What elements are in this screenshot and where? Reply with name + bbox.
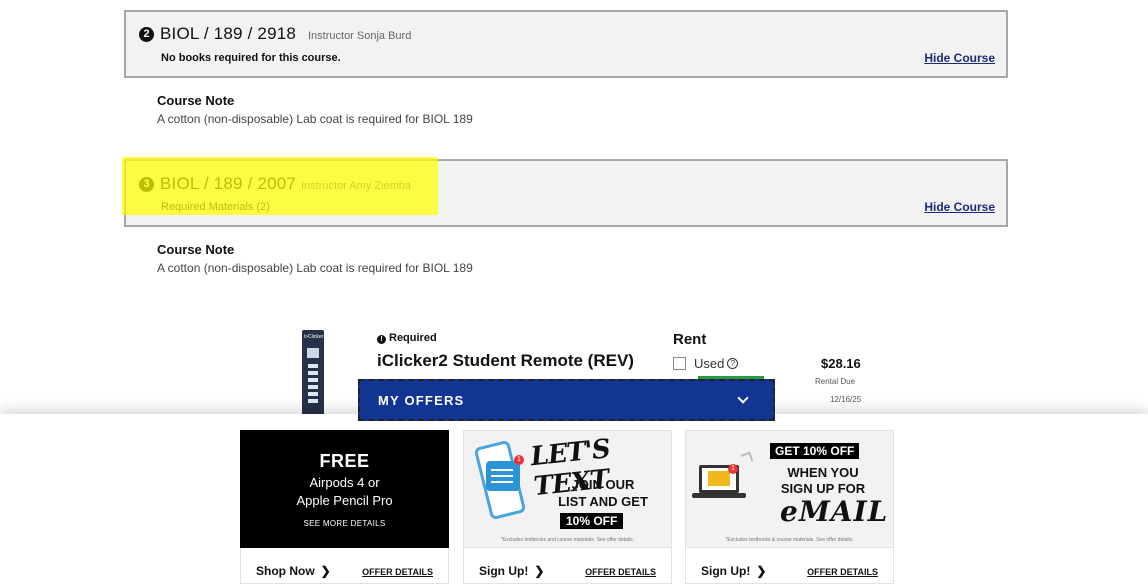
rental-due-date: 12/16/25 <box>830 395 862 404</box>
help-icon[interactable]: ? <box>727 358 739 369</box>
offer-free-heading: FREE <box>319 451 370 471</box>
offer-line: JOIN OUR <box>571 477 635 492</box>
required-label: ! Required <box>377 332 437 344</box>
rent-label: Rent <box>673 331 707 348</box>
chat-bubble-line <box>491 469 513 471</box>
offer-details-link[interactable]: OFFER DETAILS <box>807 567 878 577</box>
my-offers-toggle[interactable]: MY OFFERS <box>358 379 775 421</box>
chevron-right-icon: ❯ <box>756 564 767 578</box>
course-subtext: No books required for this course. <box>161 52 341 64</box>
course-number-badge: 3 <box>139 177 154 192</box>
product-image-brand: i>Clicker <box>304 334 324 340</box>
offer-line: SIGN UP FOR <box>780 481 866 496</box>
product-name[interactable]: iClicker2 Student Remote (REV) <box>377 351 634 371</box>
laptop-base <box>692 493 746 498</box>
info-icon: ! <box>377 335 386 344</box>
course-instructor: Instructor Sonja Burd <box>308 30 412 42</box>
discount-badge: GET 10% OFF <box>770 443 860 459</box>
shop-now-label: Shop Now <box>256 564 315 578</box>
offer-footer: Sign Up! ❯ OFFER DETAILS <box>685 548 894 584</box>
offer-footer: Shop Now ❯ OFFER DETAILS <box>240 548 449 584</box>
see-more-details-link[interactable]: SEE MORE DETAILS <box>240 519 449 528</box>
chevron-right-icon: ❯ <box>320 564 331 578</box>
course-note: Course Note A cotton (non-disposable) La… <box>157 93 473 126</box>
offer-fine-print: *Excludes textbooks & course materials. … <box>725 537 854 543</box>
email-heading: eMAIL <box>780 495 889 528</box>
offers-panel: FREE Airpods 4 or Apple Pencil Pro SEE M… <box>0 414 1148 584</box>
course-card: 3 BIOL / 189 / 2007 Instructor Amy Ziemb… <box>124 159 1008 227</box>
sign-up-button[interactable]: Sign Up! ❯ <box>479 564 544 578</box>
offer-banner[interactable]: 1 GET 10% OFF WHEN YOU SIGN UP FOR eMAIL… <box>685 430 894 548</box>
offer-line: Airpods 4 or <box>309 475 380 490</box>
required-materials-label[interactable]: Required Materials (2) <box>161 201 270 213</box>
sign-up-label: Sign Up! <box>701 564 751 578</box>
course-code: BIOL / 189 / 2918 <box>160 24 297 43</box>
hide-course-link[interactable]: Hide Course <box>924 51 995 65</box>
course-instructor: Instructor Amy Ziemba <box>301 180 412 192</box>
used-label: Used <box>694 356 725 371</box>
notification-badge: 1 <box>728 464 738 474</box>
remote-keypad <box>308 364 318 404</box>
course-note-text: A cotton (non-disposable) Lab coat is re… <box>157 112 473 126</box>
course-note-title: Course Note <box>157 242 235 257</box>
envelope-icon <box>708 471 730 486</box>
discount-badge: 10% OFF <box>560 513 624 529</box>
offer-card-text-signup[interactable]: 1 LET'S TEXT JOIN OUR LIST AND GET 10% O… <box>463 430 672 584</box>
hide-course-link[interactable]: Hide Course <box>924 200 995 214</box>
offer-details-link[interactable]: OFFER DETAILS <box>362 567 433 577</box>
course-note-text: A cotton (non-disposable) Lab coat is re… <box>157 261 473 275</box>
offer-footer: Sign Up! ❯ OFFER DETAILS <box>463 548 672 584</box>
chevron-right-icon: ❯ <box>534 564 545 578</box>
offer-details-link[interactable]: OFFER DETAILS <box>585 567 656 577</box>
my-offers-label: MY OFFERS <box>378 392 465 408</box>
offer-line: LIST AND GET <box>558 494 648 509</box>
offer-card-email-signup[interactable]: 1 GET 10% OFF WHEN YOU SIGN UP FOR eMAIL… <box>685 430 894 584</box>
required-label-text: Required <box>389 332 437 344</box>
sign-up-button[interactable]: Sign Up! ❯ <box>701 564 766 578</box>
rent-price: $28.16 <box>821 356 861 371</box>
used-checkbox[interactable] <box>673 357 686 370</box>
offer-line: Apple Pencil Pro <box>296 493 393 508</box>
sparkle-icon <box>740 451 754 465</box>
sign-up-label: Sign Up! <box>479 564 529 578</box>
chevron-down-icon <box>737 392 749 404</box>
offer-fine-print: *Excludes textbooks and course materials… <box>500 537 635 543</box>
offer-line: WHEN YOU <box>787 465 859 480</box>
chat-bubble-line <box>491 481 513 483</box>
course-code: BIOL / 189 / 2007 <box>160 174 297 193</box>
rental-due-label: Rental Due <box>815 377 856 386</box>
course-number-badge: 2 <box>139 27 154 42</box>
course-card: 2 BIOL / 189 / 2918 Instructor Sonja Bur… <box>124 10 1008 78</box>
remote-screen <box>307 348 319 358</box>
course-note: Course Note A cotton (non-disposable) La… <box>157 242 473 275</box>
used-option[interactable]: Used ? <box>673 356 739 371</box>
chat-bubble-line <box>491 475 513 477</box>
course-note-title: Course Note <box>157 93 235 108</box>
offer-banner[interactable]: 1 LET'S TEXT JOIN OUR LIST AND GET 10% O… <box>463 430 672 548</box>
shop-now-button[interactable]: Shop Now ❯ <box>256 564 331 578</box>
offer-banner[interactable]: FREE Airpods 4 or Apple Pencil Pro SEE M… <box>240 430 449 548</box>
notification-badge: 1 <box>514 455 524 465</box>
offer-card-free-airpods[interactable]: FREE Airpods 4 or Apple Pencil Pro SEE M… <box>240 430 449 584</box>
iclicker-remote-image[interactable]: i>Clicker <box>302 330 324 416</box>
